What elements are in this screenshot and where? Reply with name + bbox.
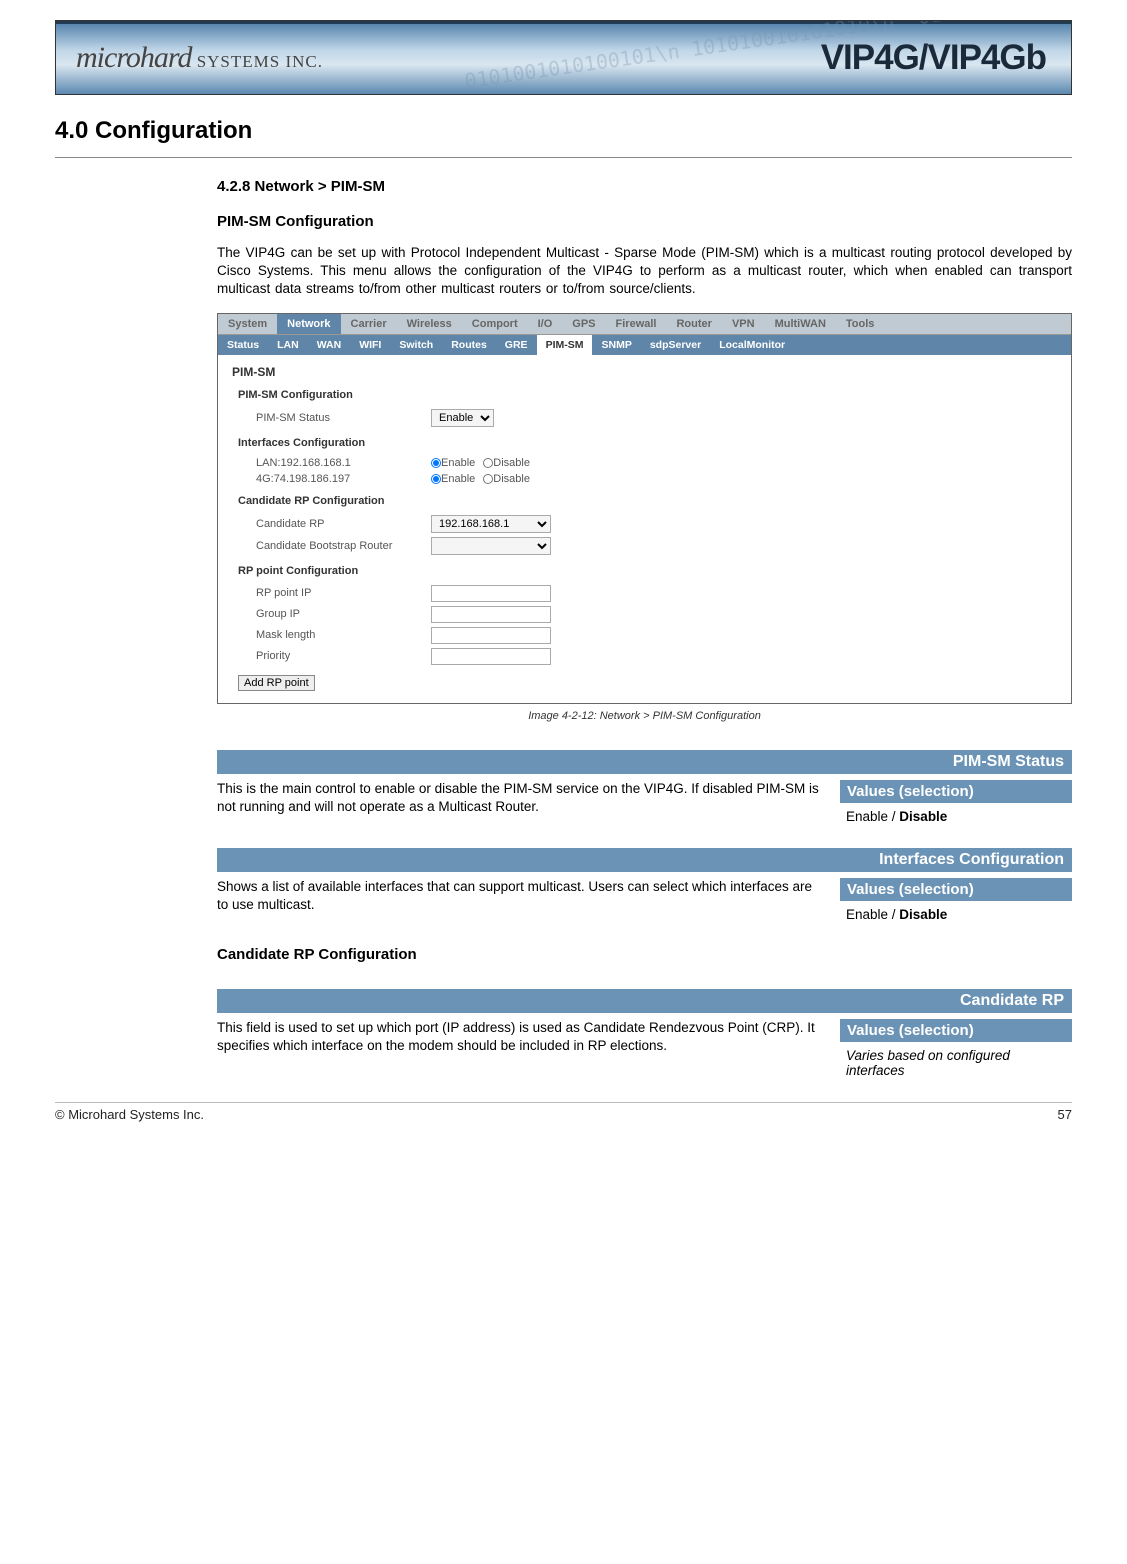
param-title: PIM-SM Status [217,750,1072,774]
footer-right: 57 [1058,1107,1072,1122]
rp-field-input[interactable] [431,606,551,623]
values-header: Values (selection) [840,878,1072,901]
disable-label: Disable [493,473,530,485]
sec1-title: PIM-SM Configuration [238,389,1057,401]
top-nav: SystemNetworkCarrierWirelessComportI/OGP… [218,314,1071,335]
rp-field-label: Priority [256,650,431,662]
top-nav-item[interactable]: VPN [722,314,765,334]
enable-radio[interactable] [431,474,441,484]
sub-nav-item[interactable]: Switch [390,335,442,355]
footer-left: © Microhard Systems Inc. [55,1107,204,1122]
section-title: 4.0 Configuration [55,117,1072,145]
brand-logo: microhard SYSTEMS INC. [76,41,323,75]
sub-nav: StatusLANWANWIFISwitchRoutesGREPIM-SMSNM… [218,335,1071,355]
enable-label: Enable [441,457,475,469]
divider [55,157,1072,158]
sec2-title: Interfaces Configuration [238,437,1057,449]
sub-nav-item[interactable]: Status [218,335,268,355]
top-nav-item[interactable]: I/O [528,314,563,334]
rp-field-label: Group IP [256,608,431,620]
param-desc-crp: This field is used to set up which port … [217,1019,826,1078]
sub-nav-item[interactable]: LocalMonitor [710,335,794,355]
status-select[interactable]: Enable [431,409,494,427]
brand-main: microhard [76,41,191,74]
disable-radio[interactable] [483,458,493,468]
subsection-title: 4.2.8 Network > PIM-SM [217,178,1072,195]
add-rp-button[interactable]: Add RP point [238,675,315,691]
enable-radio[interactable] [431,458,441,468]
disable-label: Disable [493,457,530,469]
top-nav-item[interactable]: Network [277,314,340,334]
param-title-crp: Candidate RP [217,989,1072,1013]
values-text-crp: Varies based on configured interfaces [840,1048,1072,1078]
interface-label: 4G:74.198.186.197 [256,473,431,485]
sub-nav-item[interactable]: Routes [442,335,496,355]
sub-nav-item[interactable]: WAN [308,335,351,355]
top-nav-item[interactable]: Router [666,314,721,334]
rp-field-label: RP point IP [256,587,431,599]
top-nav-item[interactable]: GPS [562,314,605,334]
candidate-heading: Candidate RP Configuration [217,946,1072,963]
interface-label: LAN:192.168.168.1 [256,457,431,469]
values-header: Values (selection) [840,780,1072,803]
intro-paragraph: The VIP4G can be set up with Protocol In… [217,244,1072,299]
enable-label: Enable [441,473,475,485]
disable-radio[interactable] [483,474,493,484]
top-nav-item[interactable]: Comport [462,314,528,334]
top-nav-item[interactable]: MultiWAN [765,314,836,334]
top-nav-item[interactable]: Firewall [606,314,667,334]
header-banner: 0101001010100101\n 101010010101010\n 010… [55,20,1072,95]
top-nav-item[interactable]: Carrier [341,314,397,334]
param-title: Interfaces Configuration [217,848,1072,872]
status-label: PIM-SM Status [256,412,431,424]
brand-suffix: SYSTEMS INC. [191,52,323,71]
crp-label: Candidate RP [256,518,431,530]
sub-nav-item[interactable]: GRE [496,335,537,355]
sub-nav-item[interactable]: LAN [268,335,308,355]
top-nav-item[interactable]: System [218,314,277,334]
config-heading: PIM-SM Configuration [217,213,1072,230]
values-header-crp: Values (selection) [840,1019,1072,1042]
rp-field-input[interactable] [431,585,551,602]
sec4-title: RP point Configuration [238,565,1057,577]
rp-field-input[interactable] [431,627,551,644]
product-name: VIP4G/VIP4Gb [821,38,1046,78]
top-nav-item[interactable]: Tools [836,314,885,334]
values-text: Enable / Disable [840,809,1072,824]
image-caption: Image 4-2-12: Network > PIM-SM Configura… [217,710,1072,722]
top-nav-item[interactable]: Wireless [397,314,462,334]
cbr-label: Candidate Bootstrap Router [256,540,431,552]
crp-select[interactable]: 192.168.168.1 [431,515,551,533]
rp-field-input[interactable] [431,648,551,665]
panel-title: PIM-SM [232,365,1057,379]
param-desc: This is the main control to enable or di… [217,780,826,824]
footer-divider [55,1102,1072,1103]
values-text: Enable / Disable [840,907,1072,922]
param-desc: Shows a list of available interfaces tha… [217,878,826,922]
sub-nav-item[interactable]: PIM-SM [537,335,593,355]
sub-nav-item[interactable]: sdpServer [641,335,710,355]
sub-nav-item[interactable]: SNMP [592,335,640,355]
cbr-select[interactable] [431,537,551,555]
config-screenshot: SystemNetworkCarrierWirelessComportI/OGP… [217,313,1072,704]
sub-nav-item[interactable]: WIFI [350,335,390,355]
sec3-title: Candidate RP Configuration [238,495,1057,507]
rp-field-label: Mask length [256,629,431,641]
